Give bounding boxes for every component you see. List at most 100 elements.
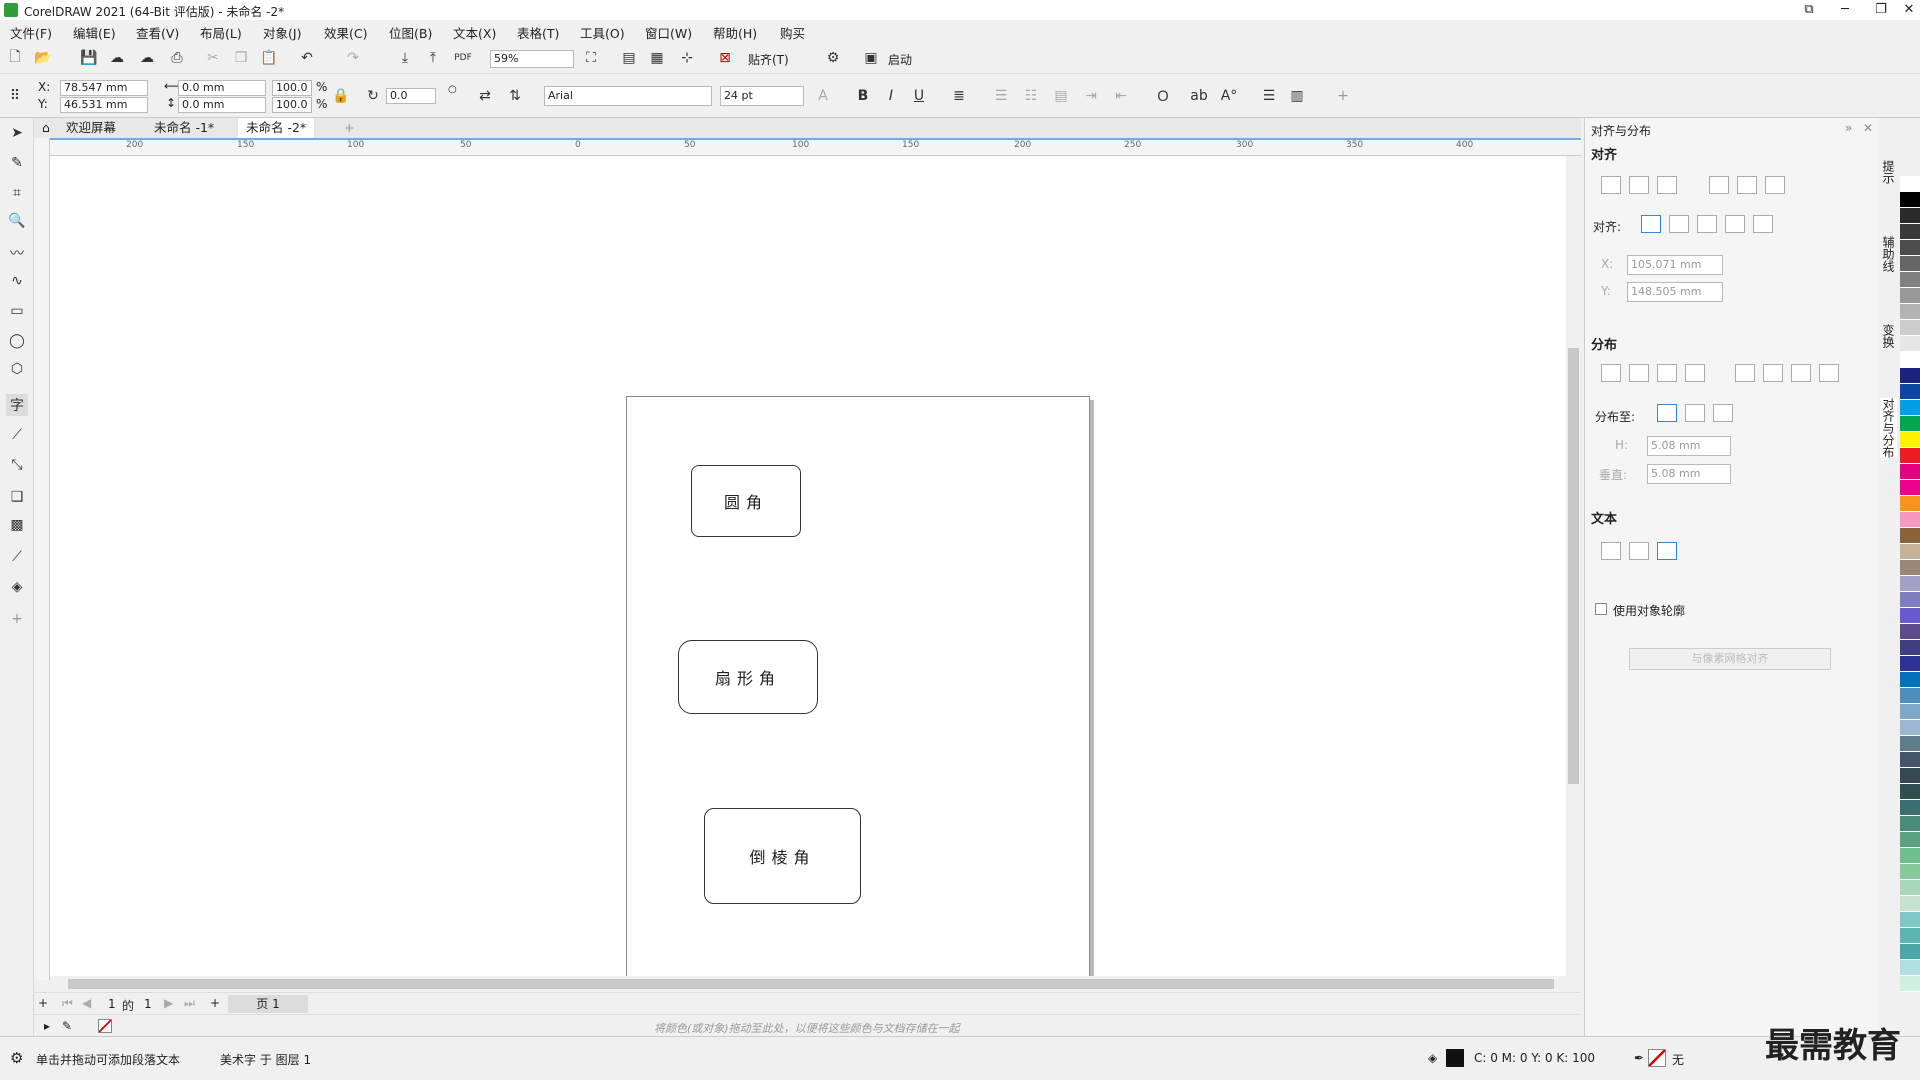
mirror-horizontal-icon[interactable]: ⇄ bbox=[474, 85, 496, 107]
tab-welcome[interactable]: 欢迎屏幕 bbox=[58, 118, 124, 138]
eyedropper-icon[interactable]: ⟋ bbox=[6, 546, 28, 568]
distribute-spacing-h-icon[interactable] bbox=[1685, 364, 1705, 382]
horizontal-scrollbar[interactable] bbox=[50, 976, 1581, 992]
palette-swatch[interactable] bbox=[1900, 928, 1920, 944]
upload-cloud-icon[interactable]: ☁ bbox=[106, 47, 128, 69]
full-screen-icon[interactable]: ⛶ bbox=[580, 47, 602, 69]
snap-to-menu[interactable]: 贴齐(T) bbox=[748, 51, 789, 68]
distribute-bottom-icon[interactable] bbox=[1791, 364, 1811, 382]
increase-indent-icon[interactable]: ⇥ bbox=[1080, 85, 1102, 107]
palette-swatch[interactable] bbox=[1900, 320, 1920, 336]
distribute-center-v-icon[interactable] bbox=[1763, 364, 1783, 382]
maximize-button[interactable]: ❐ bbox=[1866, 0, 1896, 20]
outline-color-swatch[interactable] bbox=[1648, 1049, 1666, 1067]
palette-swatch[interactable] bbox=[1900, 528, 1920, 544]
vertical-text-icon[interactable]: ▥ bbox=[1286, 85, 1308, 107]
distribute-spacing-v-icon[interactable] bbox=[1819, 364, 1839, 382]
font-size-select[interactable]: 24 pt bbox=[720, 86, 804, 106]
add-page-after-icon[interactable]: + bbox=[210, 996, 220, 1010]
pick-tool-icon[interactable]: ➤ bbox=[6, 122, 28, 144]
palette-swatch[interactable] bbox=[1900, 976, 1920, 992]
height-field[interactable]: 0.0 mm bbox=[178, 97, 266, 113]
palette-swatch[interactable] bbox=[1900, 848, 1920, 864]
align-grid-icon[interactable] bbox=[1725, 215, 1745, 233]
palette-swatch[interactable] bbox=[1900, 496, 1920, 512]
text-properties-icon[interactable]: Ｏ bbox=[1152, 85, 1174, 107]
launch-menu[interactable]: 启动 bbox=[888, 51, 912, 68]
menu-object[interactable]: 对象(J) bbox=[263, 23, 301, 42]
palette-swatch[interactable] bbox=[1900, 832, 1920, 848]
menu-table[interactable]: 表格(T) bbox=[517, 23, 559, 42]
rotation-field[interactable]: 0.0 bbox=[386, 88, 436, 104]
palette-swatch[interactable] bbox=[1900, 512, 1920, 528]
bullet-list-icon[interactable]: ☰ bbox=[990, 85, 1012, 107]
palette-swatch[interactable] bbox=[1900, 800, 1920, 816]
vertical-scrollbar[interactable] bbox=[1566, 156, 1581, 976]
zoom-select[interactable]: 59% bbox=[490, 50, 574, 68]
palette-swatch[interactable] bbox=[1900, 432, 1920, 448]
decrease-indent-icon[interactable]: ⇤ bbox=[1110, 85, 1132, 107]
docker-y-field[interactable]: 148.505 mm bbox=[1627, 282, 1723, 302]
vertical-scroll-thumb[interactable] bbox=[1568, 348, 1579, 784]
palette-swatch[interactable] bbox=[1900, 816, 1920, 832]
italic-icon[interactable]: I bbox=[880, 85, 902, 107]
palette-swatch[interactable] bbox=[1900, 656, 1920, 672]
palette-swatch[interactable] bbox=[1900, 384, 1920, 400]
lock-ratio-icon[interactable]: 🔒 bbox=[330, 85, 352, 107]
sidetab-align[interactable]: 对齐与分布 bbox=[1880, 398, 1897, 458]
restore-help-icon[interactable]: ⧉ bbox=[1794, 0, 1824, 20]
palette-swatch[interactable] bbox=[1900, 560, 1920, 576]
prev-page-icon[interactable]: ◀ bbox=[82, 996, 91, 1010]
palette-swatch[interactable] bbox=[1900, 304, 1920, 320]
horizontal-scroll-thumb[interactable] bbox=[68, 979, 1554, 989]
paste-icon[interactable]: 📋 bbox=[258, 47, 280, 69]
x-position-field[interactable]: 78.547 mm bbox=[60, 80, 148, 96]
menu-window[interactable]: 窗口(W) bbox=[645, 23, 692, 42]
tab-untitled-2[interactable]: 未命名 -2* bbox=[238, 118, 315, 138]
save-icon[interactable]: 💾 bbox=[78, 47, 100, 69]
palette-swatch[interactable] bbox=[1900, 464, 1920, 480]
text-transform-icon[interactable]: A° bbox=[1218, 85, 1240, 107]
shape-tool-icon[interactable]: ✎ bbox=[6, 152, 28, 174]
crop-tool-icon[interactable]: ⌗ bbox=[6, 182, 28, 204]
palette-swatch[interactable] bbox=[1900, 896, 1920, 912]
palette-swatch[interactable] bbox=[1900, 224, 1920, 240]
chamfered-corner-rectangle[interactable]: 倒棱角 bbox=[704, 808, 861, 904]
launch-icon[interactable]: ▣ bbox=[860, 47, 882, 69]
menu-help[interactable]: 帮助(H) bbox=[713, 23, 757, 42]
font-family-select[interactable]: Arial bbox=[544, 86, 712, 106]
palette-swatch[interactable] bbox=[1900, 784, 1920, 800]
snap-off-icon[interactable]: ⊠ bbox=[714, 47, 736, 69]
ellipse-tool-icon[interactable]: ◯ bbox=[6, 330, 28, 352]
object-origin-icon[interactable]: ⠿ bbox=[4, 85, 26, 107]
distribute-top-icon[interactable] bbox=[1735, 364, 1755, 382]
align-top-icon[interactable] bbox=[1709, 176, 1729, 194]
polygon-tool-icon[interactable]: ⬡ bbox=[6, 358, 28, 380]
docker-close-icon[interactable]: ✕ bbox=[1863, 121, 1873, 135]
menu-bitmap[interactable]: 位图(B) bbox=[389, 23, 432, 42]
download-cloud-icon[interactable]: ☁ bbox=[136, 47, 158, 69]
underline-icon[interactable]: U bbox=[908, 85, 930, 107]
tab-untitled-1[interactable]: 未命名 -1* bbox=[146, 118, 222, 138]
palette-swatch[interactable] bbox=[1900, 272, 1920, 288]
freehand-tool-icon[interactable]: 〰 bbox=[6, 242, 28, 264]
palette-swatch[interactable] bbox=[1900, 672, 1920, 688]
sidetab-transform[interactable]: 变换 bbox=[1880, 324, 1897, 348]
numbered-list-icon[interactable]: ☷ bbox=[1020, 85, 1042, 107]
horizontal-ruler[interactable]: 200 150 100 50 0 50 100 150 200 250 300 … bbox=[50, 138, 1581, 156]
edit-text-icon[interactable]: ab bbox=[1188, 85, 1210, 107]
no-color-swatch[interactable] bbox=[98, 1019, 112, 1033]
distribute-h-field[interactable]: 5.08 mm bbox=[1647, 436, 1731, 456]
horizontal-text-icon[interactable]: ☰ bbox=[1258, 85, 1280, 107]
add-page-before-icon[interactable]: + bbox=[38, 996, 48, 1010]
add-icon[interactable]: + bbox=[1332, 85, 1354, 107]
palette-swatch[interactable] bbox=[1900, 416, 1920, 432]
pdf-icon[interactable]: PDF bbox=[452, 47, 474, 69]
print-icon[interactable]: ⎙ bbox=[166, 47, 188, 69]
palette-swatch[interactable] bbox=[1900, 720, 1920, 736]
use-outline-checkbox[interactable] bbox=[1595, 603, 1607, 615]
palette-swatch[interactable] bbox=[1900, 880, 1920, 896]
transparency-icon[interactable]: ▩ bbox=[6, 514, 28, 536]
first-page-icon[interactable]: ⏮ bbox=[62, 996, 73, 1011]
options-gear-icon[interactable]: ⚙ bbox=[822, 47, 844, 69]
